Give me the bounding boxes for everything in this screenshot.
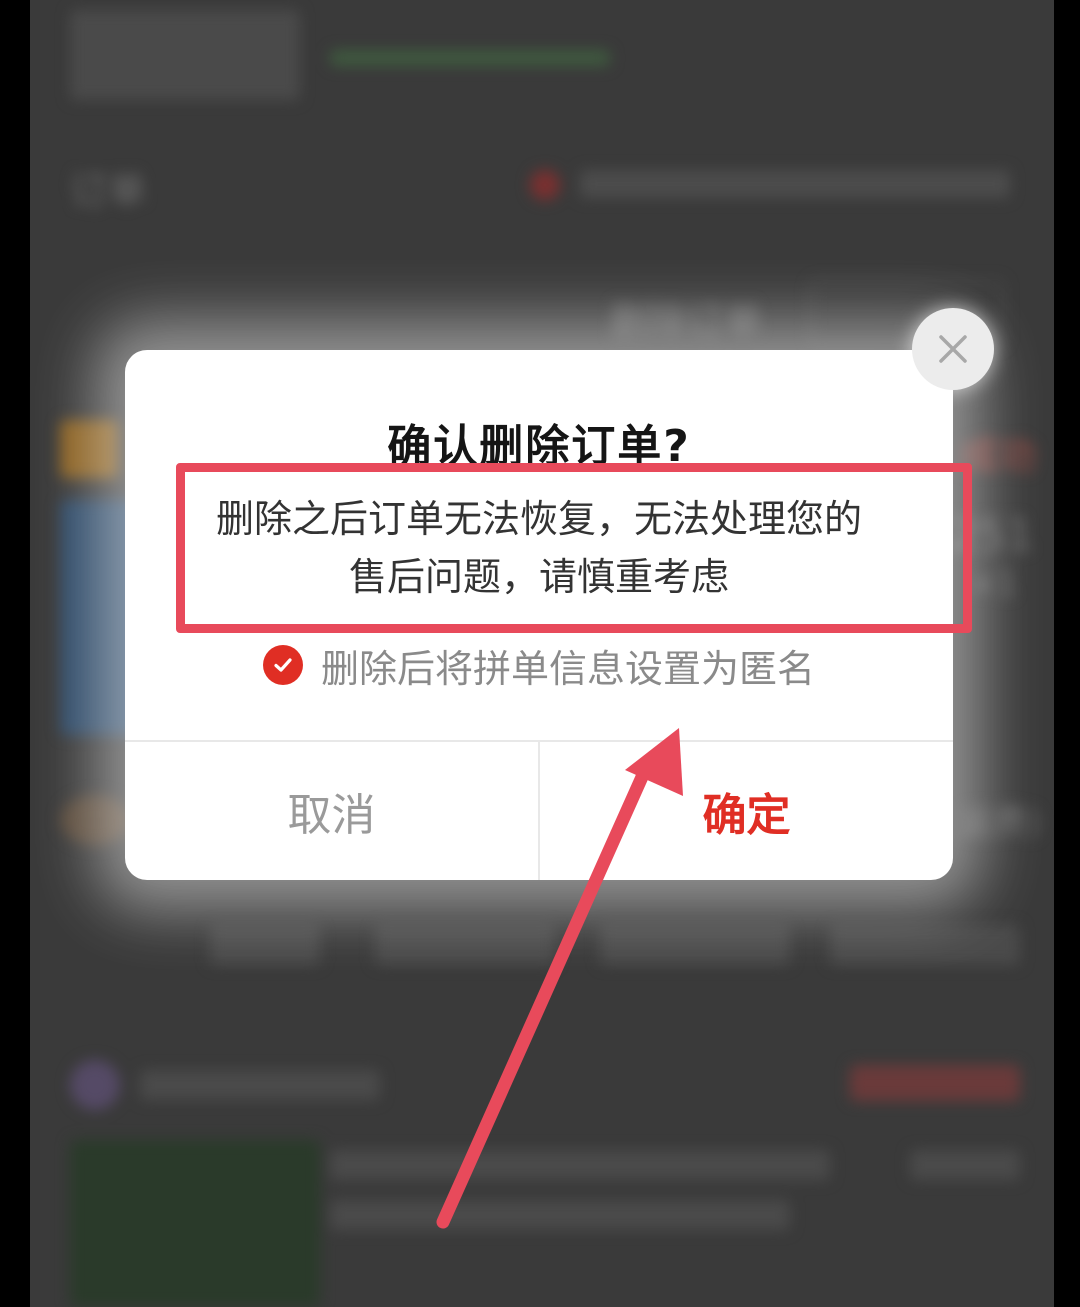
product-subtitle-2 <box>330 1200 790 1230</box>
product-thumbnail <box>70 10 300 100</box>
bg-price: 251 <box>950 510 1034 561</box>
order-info <box>580 170 1010 198</box>
delete-order-dialog: 确认删除订单? 删除之后订单无法恢复，无法处理您的 售后问题，请慎重考虑 删除后… <box>125 350 953 880</box>
bg-quantity: ×1 <box>970 565 1018 603</box>
bg-status <box>850 1065 1020 1101</box>
store-name <box>140 1070 380 1100</box>
bg-shipping: 运费) <box>960 803 1042 843</box>
checkbox-label: 删除后将拼单信息设置为匿名 <box>320 646 815 691</box>
checkmark-icon[interactable] <box>262 645 303 685</box>
dialog-title: 确认删除订单? <box>387 421 691 472</box>
close-dialog-button[interactable] <box>912 308 994 390</box>
product-price-2 <box>910 1150 1020 1180</box>
bg-order-status: 成功 <box>960 434 1037 478</box>
confirm-button[interactable]: 确定 <box>540 742 953 880</box>
dialog-message: 删除之后订单无法恢复，无法处理您的 售后问题，请慎重考虑 <box>185 490 893 606</box>
status-dot <box>530 170 560 200</box>
dialog-footer: 取消 确定 <box>125 740 953 880</box>
dialog-message-line-2: 售后问题，请慎重考虑 <box>348 555 729 599</box>
bg-delete-order-button: 删除订单 <box>610 299 763 343</box>
close-icon <box>939 335 967 363</box>
dialog-message-line-1: 删除之后订单无法恢复，无法处理您的 <box>215 497 862 541</box>
store-avatar <box>70 1060 120 1110</box>
avatar <box>60 795 130 845</box>
bg-button-4 <box>830 925 1020 965</box>
cancel-button[interactable]: 取消 <box>125 742 540 880</box>
bg-button-3 <box>600 925 790 965</box>
bg-button-1 <box>210 925 320 965</box>
store-logo <box>60 420 118 478</box>
anonymize-checkbox[interactable]: 删除后将拼单信息设置为匿名 <box>125 640 953 691</box>
product-image-2 <box>70 1140 320 1307</box>
product-title-2 <box>330 1150 830 1180</box>
bg-button-2 <box>375 925 555 965</box>
progress-bar <box>330 50 610 66</box>
order-label: 订单 <box>70 169 147 213</box>
